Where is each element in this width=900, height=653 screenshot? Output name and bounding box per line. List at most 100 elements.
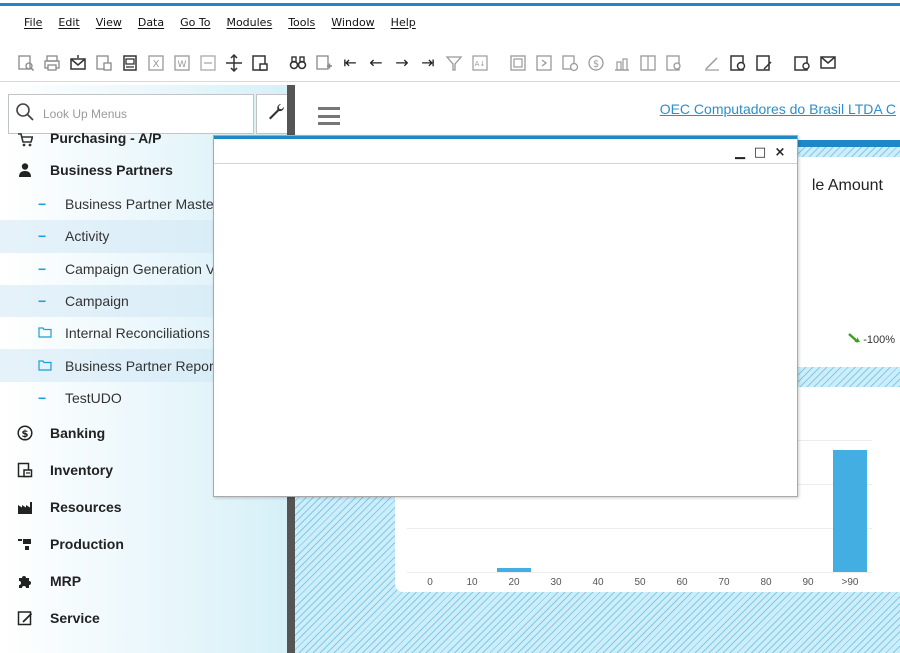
sap-b1-window: File Edit View Data Go To Modules Tools … xyxy=(0,0,900,653)
chart-bar[interactable] xyxy=(833,450,867,572)
subitem-label: Campaign xyxy=(65,293,129,310)
kpi-trend: -100% xyxy=(848,333,895,346)
kpi-trend-value: -100% xyxy=(863,333,895,346)
x-tick-label: 40 xyxy=(592,577,604,588)
maximize-icon[interactable]: □ xyxy=(753,145,767,160)
close-icon[interactable]: × xyxy=(773,145,787,160)
menu-window[interactable]: Window xyxy=(323,16,382,29)
menu-file[interactable]: File xyxy=(20,16,50,29)
payment-means-icon[interactable]: $ xyxy=(586,53,606,73)
sidebar-item-production[interactable]: Production xyxy=(0,525,287,562)
transaction-icon[interactable] xyxy=(664,53,684,73)
cart-icon xyxy=(0,132,50,148)
sidebar-item-label: Inventory xyxy=(50,461,114,478)
add-icon[interactable] xyxy=(314,53,334,73)
settings-icon[interactable] xyxy=(728,53,748,73)
chart-gridline xyxy=(407,528,872,529)
previous-record-icon[interactable]: ← xyxy=(366,53,386,73)
menu-data[interactable]: Data xyxy=(130,16,172,29)
search-box xyxy=(8,94,254,134)
search-input[interactable] xyxy=(43,107,233,121)
sidebar-item-label: Banking xyxy=(50,424,106,441)
x-tick-label: >90 xyxy=(841,577,859,588)
company-name-link[interactable]: OEC Computadores do Brasil LTDA C xyxy=(660,101,896,117)
puzzle-icon xyxy=(0,573,50,589)
x-tick-label: 10 xyxy=(466,577,478,588)
last-record-icon[interactable]: ⇥ xyxy=(418,53,438,73)
form-settings-icon[interactable] xyxy=(754,53,774,73)
subitem-label: Business Partner Maste xyxy=(65,196,214,213)
sidebar-item-label: Production xyxy=(50,535,124,552)
svg-text:X: X xyxy=(153,59,160,70)
chart-gridline xyxy=(407,572,872,573)
trend-down-arrow-icon xyxy=(848,333,861,346)
move-icon[interactable] xyxy=(224,53,244,73)
subitem-label: Business Partner Repor xyxy=(65,357,214,374)
messages-icon[interactable] xyxy=(792,53,812,73)
dialog-titlebar[interactable]: ▁ □ × xyxy=(214,136,797,164)
sidebar-item-label: MRP xyxy=(50,572,82,589)
next-record-icon[interactable]: → xyxy=(392,53,412,73)
subitem-label: Campaign Generation V xyxy=(65,260,216,277)
filter-icon[interactable] xyxy=(444,53,464,73)
preview-icon[interactable] xyxy=(16,53,36,73)
window-top-border xyxy=(0,0,900,6)
minimize-icon[interactable]: ▁ xyxy=(733,145,747,160)
folder-icon xyxy=(0,325,65,341)
svg-text:$: $ xyxy=(593,59,599,70)
dash-icon: − xyxy=(38,196,47,213)
x-tick-label: 80 xyxy=(760,577,772,588)
sidebar-item-service[interactable]: Service xyxy=(0,599,287,636)
empty-dialog-window: ▁ □ × xyxy=(213,135,798,497)
x-tick-label: 30 xyxy=(550,577,562,588)
wrench-icon xyxy=(266,102,286,127)
fax-icon[interactable] xyxy=(120,53,140,73)
word-icon[interactable]: W xyxy=(172,53,192,73)
excel-icon[interactable]: X xyxy=(146,53,166,73)
subitem-label: TestUDO xyxy=(65,389,122,406)
sidebar-item-label: Service xyxy=(50,609,100,626)
menu-modules[interactable]: Modules xyxy=(218,16,280,29)
service-icon xyxy=(0,610,50,626)
volume-weight-icon[interactable] xyxy=(612,53,632,73)
dash-icon: − xyxy=(38,389,47,406)
chart-bar[interactable] xyxy=(497,567,531,572)
sidebar-item-mrp[interactable]: MRP xyxy=(0,562,287,599)
gross-profit-icon[interactable] xyxy=(560,53,580,73)
production-icon xyxy=(0,536,50,552)
menu-help[interactable]: Help xyxy=(383,16,424,29)
folder-icon xyxy=(0,358,65,374)
dollar-icon: $ xyxy=(0,425,50,441)
search-icon xyxy=(15,102,35,127)
journal-icon[interactable] xyxy=(638,53,658,73)
dialog-window-controls: ▁ □ × xyxy=(733,145,787,160)
export-icon[interactable] xyxy=(94,53,114,73)
edit-icon[interactable] xyxy=(702,53,722,73)
x-tick-label: 70 xyxy=(718,577,730,588)
email-icon[interactable] xyxy=(68,53,88,73)
sort-icon[interactable]: A↓ xyxy=(470,53,490,73)
target-document-icon[interactable] xyxy=(534,53,554,73)
menu-edit[interactable]: Edit xyxy=(50,16,87,29)
lock-icon[interactable] xyxy=(250,53,270,73)
menu-view[interactable]: View xyxy=(88,16,130,29)
menubar: File Edit View Data Go To Modules Tools … xyxy=(0,9,900,35)
sidebar-item-label: Purchasing - A/P xyxy=(50,130,162,146)
x-tick-label: 50 xyxy=(634,577,646,588)
pdf-icon[interactable] xyxy=(198,53,218,73)
x-tick-label: 20 xyxy=(508,577,520,588)
dash-icon: − xyxy=(38,228,47,245)
sidebar-item-label: Business Partners xyxy=(50,161,173,178)
base-document-icon[interactable] xyxy=(508,53,528,73)
kpi-card-title: le Amount xyxy=(811,177,883,194)
first-record-icon[interactable]: ⇤ xyxy=(340,53,360,73)
print-icon[interactable] xyxy=(42,53,62,73)
find-icon[interactable] xyxy=(288,53,308,73)
subitem-label: Activity xyxy=(65,228,110,245)
menu-tools[interactable]: Tools xyxy=(280,16,323,29)
hamburger-menu-icon[interactable] xyxy=(318,107,340,125)
alerts-icon[interactable] xyxy=(818,53,838,73)
x-tick-label: 60 xyxy=(676,577,688,588)
menu-goto[interactable]: Go To xyxy=(172,16,218,29)
person-icon xyxy=(0,162,50,178)
